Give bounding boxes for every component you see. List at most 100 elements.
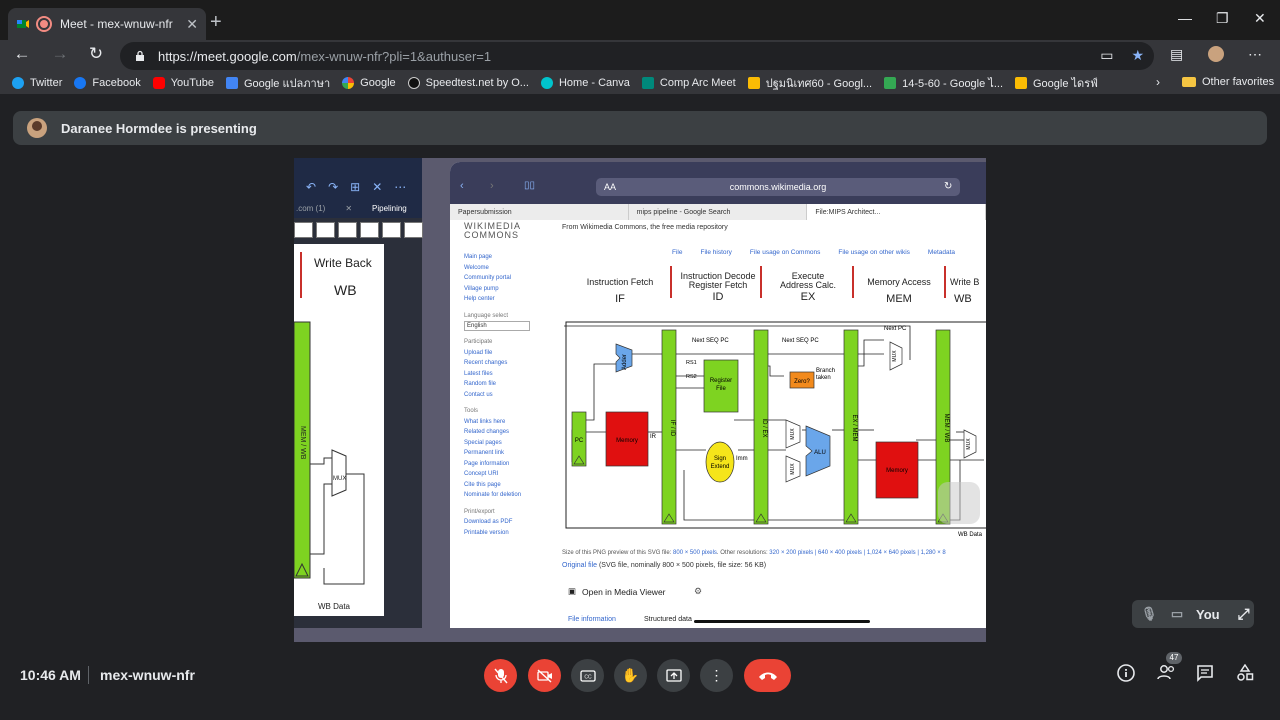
bookmark-speedtest[interactable]: Speedtest.net by O...: [407, 77, 529, 89]
sidebar-link[interactable]: Download as PDF: [464, 517, 554, 528]
sidebar-link[interactable]: Recent changes: [464, 358, 554, 369]
camera-toggle-button[interactable]: [528, 659, 561, 692]
close-icon[interactable]: ✕: [372, 180, 382, 194]
bookmark-orientation[interactable]: ปฐมนิเทศ60 - Googl...: [747, 74, 872, 92]
page-thumbnail[interactable]: [338, 222, 357, 238]
mic-toggle-button[interactable]: [484, 659, 517, 692]
people-button[interactable]: [1154, 664, 1178, 685]
structured-data-tab[interactable]: Structured data: [644, 616, 692, 623]
safari-tab-active[interactable]: File:MIPS Architect...: [807, 204, 986, 220]
bookmark-twitter[interactable]: Twitter: [12, 77, 62, 89]
bookmark-google-drive[interactable]: Google ไดรฟ์: [1015, 74, 1098, 92]
sidebar-link[interactable]: Main page: [464, 252, 554, 263]
forward-icon[interactable]: →: [48, 44, 72, 64]
bookmark-youtube[interactable]: YouTube: [152, 77, 214, 89]
page-thumbnail[interactable]: [316, 222, 335, 238]
self-view-tile[interactable]: 🎙 ▭ You ⤢: [1132, 600, 1254, 628]
file-tab[interactable]: File usage on other wikis: [838, 249, 910, 256]
add-page-icon[interactable]: ⊞: [350, 180, 360, 194]
minimize-button[interactable]: —: [1178, 10, 1192, 26]
sidebar-link[interactable]: Special pages: [464, 438, 554, 449]
new-tab-button[interactable]: +: [210, 12, 222, 32]
sidebar-link[interactable]: Upload file: [464, 348, 554, 359]
notes-tab-pipelining[interactable]: Pipelining: [372, 204, 407, 213]
bookmark-facebook[interactable]: Facebook: [74, 77, 141, 89]
sidebar-link[interactable]: Nominate for deletion: [464, 490, 554, 501]
close-window-button[interactable]: ✕: [1254, 10, 1266, 27]
bookmark-14-5-60[interactable]: 14-5-60 - Google ไ...: [884, 74, 1003, 92]
safari-tab[interactable]: mips pipeline - Google Search: [629, 204, 808, 220]
sidebar-link[interactable]: Community portal: [464, 273, 554, 284]
expand-icon[interactable]: ⤢: [1238, 606, 1250, 623]
bookmark-star-icon[interactable]: ★: [1131, 47, 1144, 64]
reader-icon[interactable]: ▯▯: [524, 180, 535, 191]
sidebar-link[interactable]: Cite this page: [464, 480, 554, 491]
sidebar-link[interactable]: What links here: [464, 417, 554, 428]
raise-hand-button[interactable]: ✋: [614, 659, 647, 692]
more-icon[interactable]: ⋯: [394, 180, 406, 194]
sidebar-link[interactable]: Welcome: [464, 263, 554, 274]
file-information-tab[interactable]: File information: [568, 616, 616, 623]
tab-close-icon[interactable]: ✕: [186, 16, 198, 33]
gear-icon[interactable]: ⚙: [694, 586, 702, 597]
sidebar-link[interactable]: Village pump: [464, 284, 554, 295]
safari-back-icon[interactable]: ‹: [460, 180, 464, 192]
sidebar-link[interactable]: Concept URI: [464, 469, 554, 480]
present-screen-button[interactable]: [657, 659, 690, 692]
activities-button[interactable]: [1233, 663, 1257, 687]
sidebar-link[interactable]: Help center: [464, 294, 554, 305]
page-thumbnail[interactable]: [360, 222, 379, 238]
leave-call-button[interactable]: [744, 659, 791, 692]
other-favorites[interactable]: Other favorites: [1182, 76, 1274, 88]
redo-icon[interactable]: ↷: [328, 180, 338, 194]
safari-reload-icon[interactable]: ↻: [944, 181, 952, 192]
size-link[interactable]: 800 × 500 pixels: [673, 550, 717, 556]
file-tab[interactable]: File: [672, 249, 682, 256]
notes-tab-close-icon[interactable]: ✕: [345, 204, 352, 213]
open-media-viewer-button[interactable]: ▣ Open in Media Viewer: [568, 586, 666, 597]
bookmark-google[interactable]: Google: [342, 77, 396, 89]
collections-icon[interactable]: ▤: [1170, 46, 1183, 63]
chat-button[interactable]: [1193, 664, 1217, 687]
camera-blocked-icon[interactable]: ▭: [1100, 47, 1113, 64]
address-bar[interactable]: https://meet.google.com/mex-wnuw-nfr?pli…: [120, 42, 1154, 70]
notes-tab[interactable]: .com (1): [296, 204, 325, 213]
language-select[interactable]: English: [464, 321, 530, 331]
resolution-links[interactable]: 320 × 200 pixels | 640 × 400 pixels | 1,…: [769, 550, 945, 556]
file-tab[interactable]: File history: [700, 249, 731, 256]
safari-address-bar[interactable]: commons.wikimedia.org: [596, 178, 960, 196]
undo-icon[interactable]: ↶: [306, 180, 316, 194]
more-options-button[interactable]: ⋮: [700, 659, 733, 692]
bookmarks-overflow-icon[interactable]: ›: [1156, 75, 1160, 89]
bookmark-google-translate[interactable]: Google แปลภาษา: [225, 74, 330, 92]
sidebar-link[interactable]: Printable version: [464, 528, 554, 539]
text-size-button[interactable]: AA: [604, 182, 616, 192]
maximize-button[interactable]: ❐: [1216, 10, 1229, 27]
safari-tab[interactable]: Papersubmission: [450, 204, 629, 220]
safari-forward-icon[interactable]: ›: [490, 180, 494, 192]
file-tab[interactable]: Metadata: [928, 249, 955, 256]
tab-meet[interactable]: Meet - mex-wnuw-nfr ✕: [8, 8, 206, 40]
wiki-logo[interactable]: WIKIMEDIA COMMONS: [464, 222, 554, 240]
more-menu-icon[interactable]: ⋯: [1248, 46, 1262, 63]
profile-avatar[interactable]: [1208, 46, 1224, 65]
lock-icon: [136, 50, 144, 61]
sidebar-link[interactable]: Latest files: [464, 369, 554, 380]
meeting-info-button[interactable]: [1114, 664, 1138, 687]
page-thumbnail[interactable]: [294, 222, 313, 238]
page-thumbnail[interactable]: [382, 222, 401, 238]
back-icon[interactable]: ←: [10, 44, 34, 64]
captions-button[interactable]: CC: [571, 659, 604, 692]
assistive-touch-icon[interactable]: [938, 482, 980, 524]
page-thumbnail[interactable]: [404, 222, 423, 238]
sidebar-link[interactable]: Contact us: [464, 390, 554, 401]
reload-icon[interactable]: ↻: [84, 44, 108, 64]
bookmark-canva[interactable]: Home - Canva: [540, 77, 630, 89]
sidebar-link[interactable]: Related changes: [464, 427, 554, 438]
sidebar-link[interactable]: Page information: [464, 459, 554, 470]
sidebar-link[interactable]: Permanent link: [464, 448, 554, 459]
file-tab[interactable]: File usage on Commons: [750, 249, 820, 256]
sidebar-link[interactable]: Random file: [464, 379, 554, 390]
bookmark-comp-arc-meet[interactable]: Comp Arc Meet: [641, 77, 736, 89]
original-file-link[interactable]: Original file: [562, 562, 597, 569]
